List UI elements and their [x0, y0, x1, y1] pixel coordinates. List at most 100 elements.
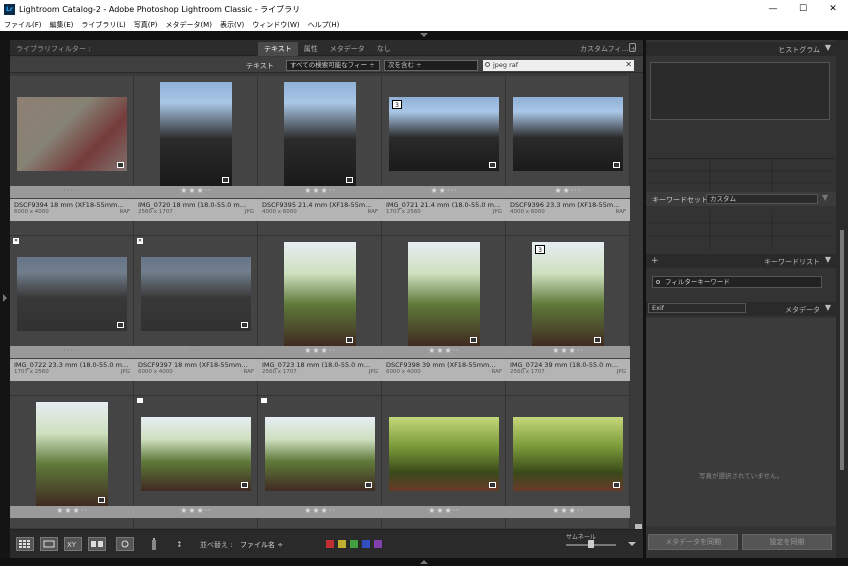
toolbar-menu-arrow-icon[interactable]: [628, 542, 636, 546]
menu-file[interactable]: ファイル(F): [0, 20, 46, 30]
photo-thumbnail[interactable]: [17, 97, 127, 171]
photo-thumbnail[interactable]: [389, 97, 499, 171]
edited-badge-icon[interactable]: [489, 482, 496, 488]
photo-thumbnail[interactable]: [513, 97, 623, 171]
spray-can-icon[interactable]: [150, 537, 158, 551]
edited-badge-icon[interactable]: [222, 177, 229, 183]
grid-scrollbar[interactable]: [634, 76, 643, 538]
photo-thumbnail[interactable]: [532, 242, 604, 346]
photo-cell[interactable]: ★★★··: [134, 396, 258, 528]
star-rating[interactable]: ★★★··: [258, 186, 382, 198]
filter-tab-attribute[interactable]: 属性: [298, 42, 324, 56]
add-keyword-icon[interactable]: +: [651, 256, 659, 266]
filter-tab-none[interactable]: なし: [371, 42, 397, 56]
left-panel-toggle-strip[interactable]: [0, 40, 10, 558]
photo-cell[interactable]: ★★★··: [258, 396, 382, 528]
edited-badge-icon[interactable]: [117, 162, 124, 168]
clear-search-icon[interactable]: ✕: [625, 60, 632, 70]
star-rating[interactable]: ★★★··: [382, 346, 506, 358]
photo-thumbnail[interactable]: [160, 82, 232, 186]
edited-badge-icon[interactable]: [241, 322, 248, 328]
photo-cell[interactable]: ★★★·· DSCF9398 39 mm (XF18-55mm… 6000 x 40…: [382, 236, 506, 396]
collapse-metadata-icon[interactable]: ▼: [825, 303, 831, 312]
photo-cell[interactable]: ✕ ····· IMG_0722 23.3 mm (18.0-55.0 m… 1707…: [10, 236, 134, 396]
star-rating[interactable]: ★★★··: [258, 346, 382, 358]
edited-badge-icon[interactable]: [489, 162, 496, 168]
edited-badge-icon[interactable]: [365, 482, 372, 488]
edited-badge-icon[interactable]: [470, 337, 477, 343]
edited-badge-icon[interactable]: [241, 482, 248, 488]
photo-thumbnail[interactable]: [513, 417, 623, 491]
star-rating[interactable]: ·····: [134, 346, 258, 358]
expand-left-arrow-icon[interactable]: [3, 294, 7, 302]
sort-direction-icon[interactable]: ↕: [176, 538, 190, 550]
sort-select[interactable]: ファイル名 ÷: [240, 540, 283, 550]
stack-count-badge[interactable]: 3: [535, 245, 545, 254]
edited-badge-icon[interactable]: [117, 322, 124, 328]
menu-metadata[interactable]: メタデータ(M): [161, 20, 216, 30]
match-rule-select[interactable]: 次を含む ÷: [384, 60, 478, 71]
photo-cell[interactable]: ★★★··: [10, 396, 134, 528]
photo-cell[interactable]: ★★··· DSCF9396 23.3 mm (XF18-55m… 4000 x 6…: [506, 76, 630, 236]
right-panel-scrollbar-thumb[interactable]: [840, 230, 844, 470]
star-rating[interactable]: ·····: [10, 346, 134, 358]
color-label-yellow[interactable]: [338, 540, 346, 548]
photo-cell[interactable]: ★★★·· IMG_0720 18 mm (18.0-55.0 m… 2560 x …: [134, 76, 258, 236]
star-rating[interactable]: ★★★··: [134, 506, 258, 518]
text-search-input[interactable]: jpeg raf ✕: [483, 60, 634, 71]
rejected-flag-icon[interactable]: ✕: [137, 238, 143, 244]
searchable-field-select[interactable]: すべての検索可能なフィー ÷: [286, 60, 380, 71]
color-label-blue[interactable]: [362, 540, 370, 548]
filter-keywords-input[interactable]: フィルターキーワード: [652, 276, 822, 288]
thumbnail-size-knob[interactable]: [588, 540, 594, 548]
photo-cell[interactable]: ★★★·· IMG_0723 18 mm (18.0-55.0 m… 2560 x …: [258, 236, 382, 396]
edited-badge-icon[interactable]: [346, 177, 353, 183]
star-rating[interactable]: ★★···: [382, 186, 506, 198]
collapse-histogram-icon[interactable]: ▼: [825, 43, 831, 52]
filmstrip-toggle-strip[interactable]: [0, 558, 848, 566]
rejected-flag-icon[interactable]: ✕: [13, 238, 19, 244]
pick-flag-icon[interactable]: [137, 398, 143, 403]
color-label-red[interactable]: [326, 540, 334, 548]
right-panel-scrollbar[interactable]: [836, 40, 848, 558]
collapse-top-arrow-icon[interactable]: [420, 33, 428, 37]
filter-tab-text[interactable]: テキスト: [258, 42, 298, 56]
pick-flag-icon[interactable]: [261, 398, 267, 403]
minimize-button[interactable]: —: [758, 0, 788, 18]
loupe-view-button[interactable]: [40, 537, 58, 551]
photo-thumbnail[interactable]: [408, 242, 480, 346]
keyword-list-header[interactable]: + キーワードリスト ▼: [646, 254, 836, 268]
color-label-green[interactable]: [350, 540, 358, 548]
photo-thumbnail[interactable]: [141, 257, 251, 331]
star-rating[interactable]: ★★★··: [10, 506, 134, 518]
star-rating[interactable]: ★★★··: [382, 506, 506, 518]
menu-view[interactable]: 表示(V): [216, 20, 248, 30]
photo-thumbnail[interactable]: [284, 242, 356, 346]
histogram-header[interactable]: ヒストグラム ▼: [646, 42, 836, 56]
keyword-set-select[interactable]: カスタム: [706, 194, 818, 204]
star-rating[interactable]: ★★★··: [134, 186, 258, 198]
people-view-button[interactable]: [116, 537, 134, 551]
edited-badge-icon[interactable]: [613, 482, 620, 488]
metadata-header[interactable]: Exif メタデータ ▼: [646, 302, 836, 316]
edited-badge-icon[interactable]: [346, 337, 353, 343]
metadata-preset-select[interactable]: Exif: [648, 303, 746, 313]
sync-metadata-button[interactable]: メタデータを同期: [648, 534, 738, 550]
menu-photo[interactable]: 写真(P): [130, 20, 162, 30]
photo-thumbnail[interactable]: [36, 402, 108, 506]
collapse-filmstrip-arrow-icon[interactable]: [420, 560, 428, 564]
star-rating[interactable]: ★★★··: [258, 506, 382, 518]
menu-edit[interactable]: 編集(E): [46, 20, 78, 30]
photo-cell[interactable]: ★★★··: [382, 396, 506, 528]
compare-view-button[interactable]: XY: [64, 537, 82, 551]
star-rating[interactable]: ·····: [10, 186, 134, 198]
photo-cell[interactable]: ★★★··: [506, 396, 630, 528]
color-label-purple[interactable]: [374, 540, 382, 548]
edited-badge-icon[interactable]: [98, 497, 105, 503]
grid-view-button[interactable]: [16, 537, 34, 551]
menu-help[interactable]: ヘルプ(H): [304, 20, 344, 30]
photo-cell[interactable]: ✕ ····· DSCF9397 18 mm (XF18-55mm… 6000 x 4…: [134, 236, 258, 396]
photo-thumbnail[interactable]: [17, 257, 127, 331]
photo-thumbnail[interactable]: [389, 417, 499, 491]
edited-badge-icon[interactable]: [594, 337, 601, 343]
